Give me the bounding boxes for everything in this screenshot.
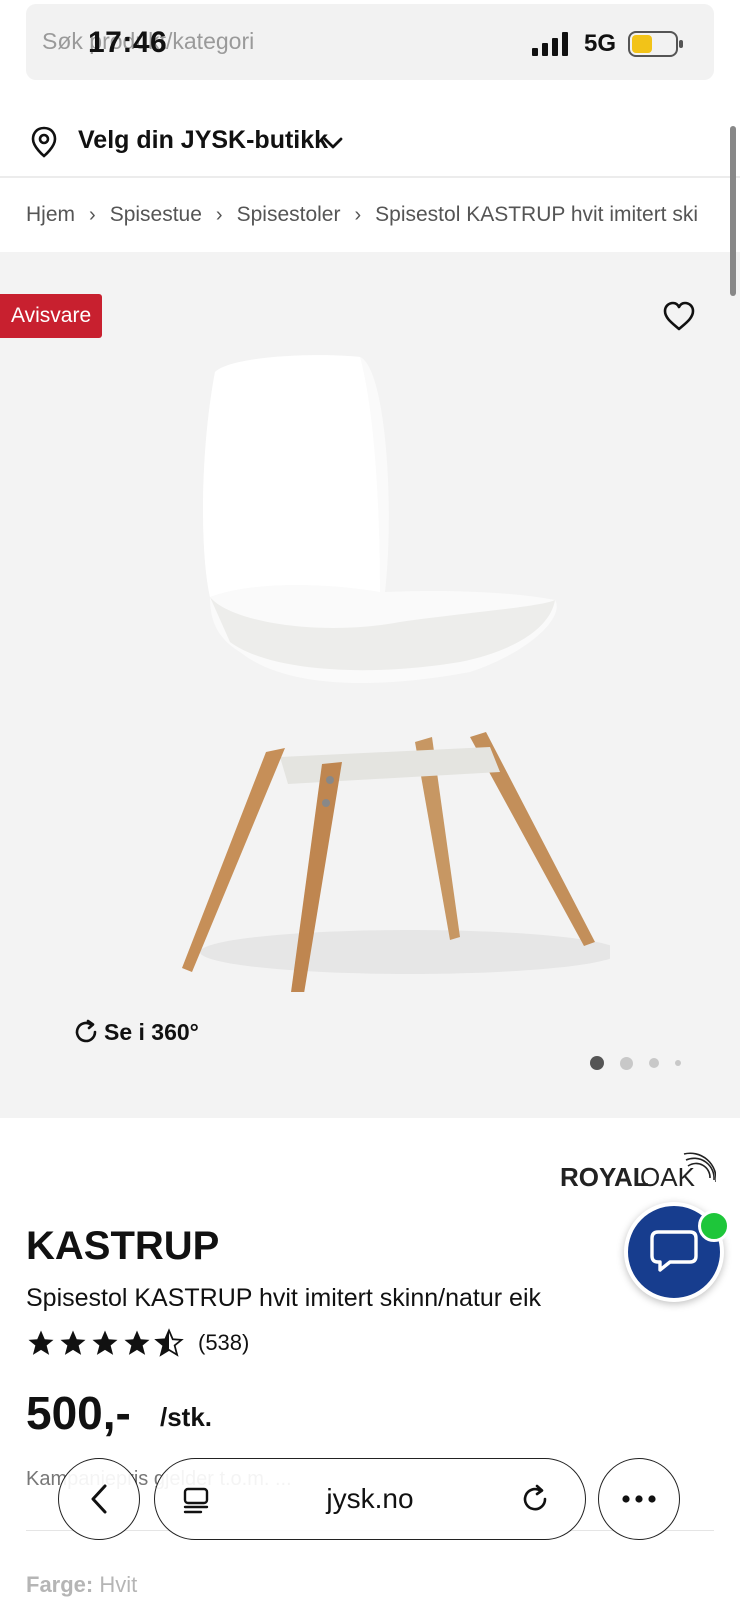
product-rating[interactable]: (538) (26, 1328, 249, 1358)
store-selector[interactable]: Velg din JYSK-butikk (0, 110, 740, 178)
pagination-dot[interactable] (675, 1060, 681, 1066)
star-half-icon (154, 1328, 184, 1357)
signal-icon (532, 32, 568, 56)
star-icon (92, 1330, 118, 1355)
breadcrumb-item-home[interactable]: Hjem (26, 203, 75, 227)
breadcrumb-separator-icon: › (215, 203, 223, 226)
chevron-left-icon (91, 1484, 106, 1513)
breadcrumb-separator-icon: › (354, 203, 362, 226)
browser-url-bar[interactable]: jysk.no (154, 1458, 586, 1540)
store-label: Velg din JYSK-butikk (78, 126, 329, 154)
color-selection: Farge: Hvit (26, 1572, 137, 1598)
star-icon (124, 1330, 150, 1355)
location-pin-icon (31, 126, 57, 158)
more-dots-icon (621, 1494, 656, 1503)
breadcrumb-item-current: Spisestol KASTRUP hvit imitert ski (375, 203, 699, 226)
browser-back-button[interactable] (58, 1458, 140, 1540)
color-label: Farge: (26, 1572, 94, 1597)
price-unit: /stk. (160, 1402, 213, 1432)
chat-bubble-icon (650, 1230, 698, 1272)
product-title: KASTRUP (26, 1224, 220, 1268)
star-icon (60, 1330, 86, 1355)
online-status-indicator (698, 1210, 730, 1242)
gallery-pagination (590, 1056, 681, 1070)
pagination-dot[interactable] (590, 1056, 604, 1070)
battery-icon (628, 31, 683, 57)
color-value: Hvit (99, 1572, 138, 1597)
star-icon (28, 1330, 54, 1355)
product-image-chair (182, 355, 610, 992)
brand-logo: ROYAL OAK (560, 1152, 716, 1190)
chevron-down-icon (323, 137, 343, 149)
status-time: 17:46 (88, 26, 168, 59)
svg-text:ROYAL: ROYAL (560, 1162, 649, 1190)
browser-more-button[interactable] (598, 1458, 680, 1540)
view-360-button[interactable]: Se i 360° (72, 1018, 199, 1046)
product-subtitle: Spisestol KASTRUP hvit imitert skinn/nat… (26, 1284, 542, 1312)
product-price: 500,- (26, 1387, 131, 1439)
svg-text:OAK: OAK (640, 1162, 696, 1190)
chat-button[interactable] (624, 1202, 730, 1302)
pagination-dot[interactable] (620, 1056, 633, 1070)
breadcrumb-separator-icon: › (89, 203, 96, 226)
view-360-label: Se i 360° (104, 1018, 199, 1045)
product-gallery[interactable]: Avisvare Se i 360° (0, 252, 740, 1118)
heart-icon[interactable] (662, 300, 696, 332)
promo-badge: Avisvare (0, 294, 103, 338)
breadcrumb-item-dining-room[interactable]: Spisestue (110, 203, 202, 227)
scrollbar[interactable] (730, 126, 736, 296)
rotate-360-icon (75, 1019, 97, 1043)
pagination-dot[interactable] (649, 1058, 659, 1068)
breadcrumb: Hjem › Spisestue › Spisestoler › Spisest… (0, 178, 740, 252)
reload-icon[interactable] (519, 1483, 551, 1515)
review-count: (538) (198, 1330, 250, 1355)
network-label: 5G (584, 30, 617, 57)
breadcrumb-item-dining-chairs[interactable]: Spisestoler (237, 203, 341, 227)
